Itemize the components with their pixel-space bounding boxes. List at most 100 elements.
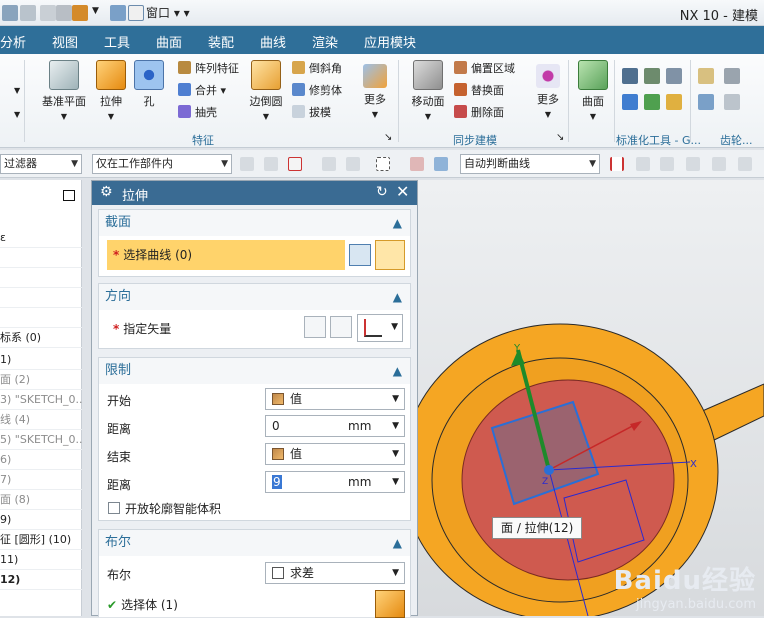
start-distance-input[interactable]: 0 mm ▼ <box>265 415 405 437</box>
trim-body-button[interactable]: 修剪体 <box>292 82 342 98</box>
book-icon[interactable] <box>72 5 88 21</box>
list-item[interactable]: 征 [圆形] (10) <box>0 530 82 550</box>
window-menu[interactable]: 窗口 ▾ ▾ <box>142 4 194 22</box>
list-item[interactable]: 11) <box>0 550 82 570</box>
close-icon[interactable]: ✕ <box>396 182 409 201</box>
list-item[interactable]: ε <box>0 228 82 248</box>
list-item[interactable]: 标系 (0) <box>0 328 82 348</box>
surface-button[interactable]: 曲面 ▼ <box>576 60 610 122</box>
list-item[interactable]: 3) "SKETCH_0... <box>0 390 82 410</box>
gear-tool-icon[interactable] <box>698 68 714 84</box>
tab-tools[interactable]: 工具 <box>104 32 130 51</box>
curve-select-icon[interactable] <box>375 240 405 270</box>
extrude-button[interactable]: 拉伸 ▼ <box>94 60 128 122</box>
layer-icon[interactable] <box>644 68 660 84</box>
more-feature-button[interactable]: 更多 ▼ <box>360 64 390 120</box>
list-item[interactable]: 7) <box>0 470 82 490</box>
scope-select[interactable]: 仅在工作部件内 ▼ <box>92 154 232 174</box>
unite-button[interactable]: 合并 ▾ <box>178 82 226 98</box>
curve-tool-icon[interactable] <box>724 68 740 84</box>
bearing-icon[interactable] <box>666 94 682 110</box>
list-item[interactable] <box>0 308 82 328</box>
tab-application[interactable]: 应用模块 <box>364 32 416 51</box>
section-header[interactable]: 截面 ▲ <box>99 210 410 236</box>
delete-icon[interactable] <box>56 5 72 21</box>
list-item[interactable] <box>0 248 82 268</box>
gear-icon[interactable]: ⚙ <box>100 184 113 200</box>
text-tool-icon[interactable] <box>724 94 740 110</box>
boolean-header[interactable]: 布尔 ▲ <box>99 530 410 556</box>
shell-button[interactable]: 抽壳 <box>178 104 217 120</box>
chevron-up-icon[interactable]: ▲ <box>393 284 402 310</box>
hole-button[interactable]: 孔 <box>134 60 164 109</box>
reset-icon[interactable]: ↻ <box>376 184 388 200</box>
end-type-select[interactable]: 值 ▼ <box>265 443 405 465</box>
chevron-down-icon[interactable]: ▼ <box>14 110 20 119</box>
chevron-up-icon[interactable]: ▲ <box>393 530 402 556</box>
snap-icon[interactable] <box>322 157 336 171</box>
type-filter-select[interactable]: 过滤器 ▼ <box>0 154 82 174</box>
more-sync-button[interactable]: 更多 ▼ <box>533 64 563 120</box>
select-point-icon[interactable] <box>346 157 360 171</box>
line-icon[interactable] <box>686 157 700 171</box>
graphics-viewport[interactable]: Y X Z 面 / 拉伸(12) Baidu经验 jingyan.baidu.c… <box>418 180 764 616</box>
tab-assembly[interactable]: 装配 <box>208 32 234 51</box>
vector-dialog-icon[interactable] <box>330 316 352 338</box>
move-face-button[interactable]: 移动面 ▼ <box>408 60 448 122</box>
chevron-down-icon[interactable]: ▼ <box>14 86 20 95</box>
arrow-right-icon[interactable] <box>636 157 650 171</box>
select-body-icon[interactable] <box>264 157 278 171</box>
intersect-icon[interactable] <box>610 157 624 171</box>
box-select-icon[interactable] <box>376 157 390 171</box>
model-view[interactable]: Y X Z <box>418 180 764 616</box>
chamfer-button[interactable]: 倒斜角 <box>292 60 342 76</box>
maximize-icon[interactable] <box>63 190 75 201</box>
list-item[interactable]: 面 (2) <box>0 370 82 390</box>
copy-icon[interactable] <box>20 5 36 21</box>
spring-icon[interactable] <box>644 94 660 110</box>
limits-header[interactable]: 限制 ▲ <box>99 358 410 384</box>
tab-surface[interactable]: 曲面 <box>156 32 182 51</box>
grid-icon[interactable] <box>666 68 682 84</box>
reverse-direction-icon[interactable] <box>304 316 326 338</box>
direction-header[interactable]: 方向 ▲ <box>99 284 410 310</box>
edge-blend-button[interactable]: 边倒圆 ▼ <box>246 60 286 122</box>
pattern-feature-button[interactable]: 阵列特征 <box>178 60 239 76</box>
draft-button[interactable]: 拔模 <box>292 104 331 120</box>
origin-point[interactable] <box>544 465 554 475</box>
paste-icon[interactable] <box>40 5 56 21</box>
tab-view[interactable]: 视图 <box>52 32 78 51</box>
group-sync-expand-icon[interactable]: ↘ <box>556 132 564 143</box>
open-profile-checkbox[interactable] <box>108 502 120 514</box>
select-face-icon[interactable] <box>288 157 302 171</box>
tab-curve[interactable]: 曲线 <box>260 32 286 51</box>
eraser-icon[interactable] <box>410 157 424 171</box>
point-set-icon[interactable] <box>622 68 638 84</box>
list-item[interactable]: 1) <box>0 350 82 370</box>
select-curve-row[interactable]: * 选择曲线 (0) <box>107 240 345 270</box>
undo-icon[interactable] <box>2 5 18 21</box>
tab-analysis[interactable]: 分析 <box>0 32 26 51</box>
boolean-select[interactable]: 求差 ▼ <box>265 562 405 584</box>
sketch-section-icon[interactable] <box>349 244 371 266</box>
vector-type-select[interactable]: ▼ <box>357 314 403 342</box>
list-item[interactable] <box>0 268 82 288</box>
list-item[interactable]: 12) <box>0 570 82 590</box>
list-item[interactable]: 面 (8) <box>0 490 82 510</box>
delete-face-button[interactable]: 删除面 <box>454 104 504 120</box>
cursor-icon[interactable] <box>660 157 674 171</box>
chevron-up-icon[interactable]: ▲ <box>393 358 402 384</box>
tangent-icon[interactable] <box>712 157 726 171</box>
datum-plane-button[interactable]: 基准平面 ▼ <box>40 60 88 122</box>
curve-rule-select[interactable]: 自动判断曲线 ▼ <box>460 154 600 174</box>
group-feature-expand-icon[interactable]: ↘ <box>384 132 392 143</box>
list-item[interactable]: 线 (4) <box>0 410 82 430</box>
replace-face-button[interactable]: 替换面 <box>454 82 504 98</box>
list-item[interactable]: 5) "SKETCH_0... <box>0 430 82 450</box>
arc-icon[interactable] <box>738 157 752 171</box>
tab-render[interactable]: 渲染 <box>312 32 338 51</box>
view-cube-icon[interactable] <box>434 157 448 171</box>
select-body-icon[interactable] <box>375 590 405 618</box>
gear-spur-icon[interactable] <box>698 94 714 110</box>
wrench-icon[interactable] <box>110 5 126 21</box>
